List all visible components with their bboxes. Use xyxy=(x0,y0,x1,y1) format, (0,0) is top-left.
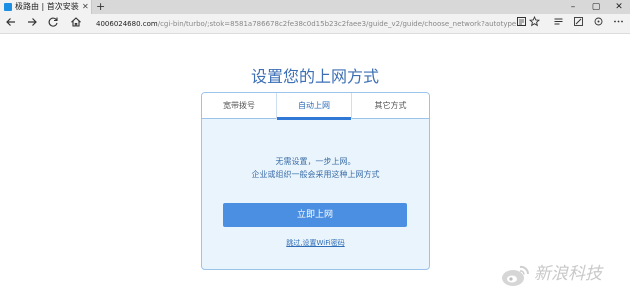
maximize-button[interactable]: ▢ xyxy=(585,0,607,14)
browser-tab-strip: 极路由 | 首次安装 ✕ + – ▢ ✕ xyxy=(0,0,630,14)
tab-other-methods[interactable]: 其它方式 xyxy=(352,93,429,119)
tab-pppoe[interactable]: 宽带拨号 xyxy=(202,93,277,119)
description-line-1: 无需设置，一步上网。 xyxy=(275,157,356,166)
back-icon[interactable] xyxy=(2,14,20,34)
tab-title: 极路由 | 首次安装 xyxy=(15,2,79,11)
close-window-button[interactable]: ✕ xyxy=(608,0,630,14)
hub-icon[interactable] xyxy=(549,14,567,34)
more-icon[interactable] xyxy=(609,14,627,34)
address-bar[interactable]: 4006024680.com/cgi-bin/turbo/;stok=8581a… xyxy=(96,18,516,30)
new-tab-button[interactable]: + xyxy=(96,0,105,14)
sina-logo xyxy=(502,265,530,286)
page-title: 设置您的上网方式 xyxy=(250,67,379,86)
connect-now-button[interactable]: 立即上网 xyxy=(223,203,407,227)
tab-auto-dhcp[interactable]: 自动上网 xyxy=(277,93,352,120)
watermark-text: 新浪科技 xyxy=(534,264,602,284)
site-favicon-icon xyxy=(4,3,12,11)
share-icon[interactable] xyxy=(589,14,607,34)
tab-close-icon[interactable]: ✕ xyxy=(82,1,89,13)
minimize-button[interactable]: – xyxy=(562,0,584,14)
web-note-icon[interactable] xyxy=(569,14,587,34)
browser-toolbar: 4006024680.com/cgi-bin/turbo/;stok=8581a… xyxy=(0,14,630,34)
forward-icon[interactable] xyxy=(23,14,41,34)
url-host: 4006024680.com xyxy=(96,20,158,28)
skip-set-wifi-password-link[interactable]: 跳过,设置WiFi密码 xyxy=(202,238,429,248)
refresh-icon[interactable] xyxy=(44,14,62,34)
url-path: /cgi-bin/turbo/;stok=8581a786678c2fe38c0… xyxy=(157,20,516,28)
home-icon[interactable] xyxy=(67,14,85,34)
favorite-star-icon[interactable] xyxy=(525,14,543,34)
description-line-2: 企业或组织一般会采用这种上网方式 xyxy=(251,170,380,179)
browser-tab[interactable]: 极路由 | 首次安装 ✕ xyxy=(0,0,92,14)
connection-type-tabs: 宽带拨号 自动上网 其它方式 xyxy=(202,93,429,120)
network-setup-card: 宽带拨号 自动上网 其它方式 无需设置，一步上网。 企业或组织一般会采用这种上网… xyxy=(201,92,430,270)
